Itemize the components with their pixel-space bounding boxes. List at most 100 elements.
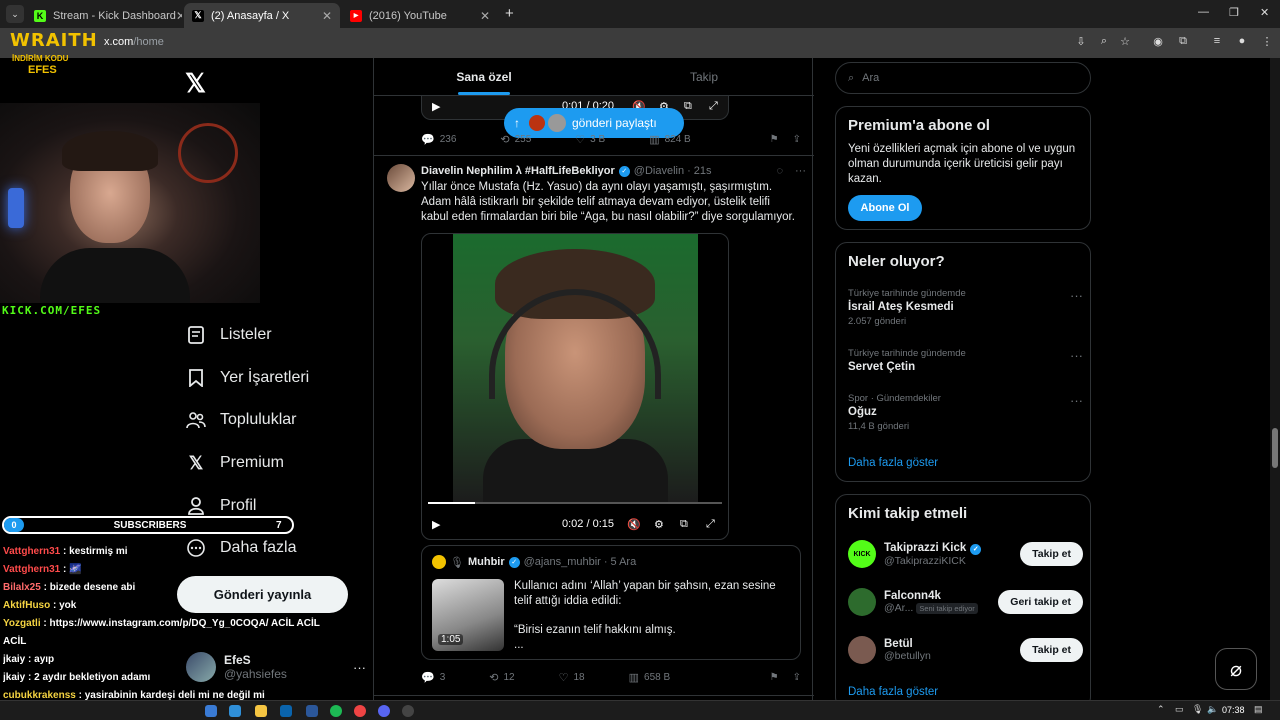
chat-text: : kestirmiş mi (60, 546, 128, 557)
share-icon[interactable]: ⇪ (793, 134, 801, 145)
brand-logo: WRAITH (10, 30, 98, 51)
repost-button[interactable]: ⟲ 12 (489, 671, 514, 684)
mute-icon[interactable]: 🔇 (627, 518, 641, 531)
follow-suggestion[interactable]: KICK Takiprazzi Kick ✓ @TakiprazziKICK Ta… (848, 537, 1083, 571)
grok-icon[interactable]: ⌀ (1215, 648, 1257, 690)
tweet-video[interactable]: ▶ 0:02 / 0:15 🔇 ⚙ ⧉ ⤢ (421, 233, 729, 540)
more-icon[interactable]: ··· (1070, 393, 1083, 408)
tab-x-home[interactable]: 𝕏 (2) Anasayfa / X ✕ (184, 3, 340, 28)
windows-icon[interactable] (205, 705, 217, 717)
communities-icon (186, 410, 206, 430)
settings-icon[interactable]: ⚙ (654, 518, 664, 531)
edge-icon[interactable] (229, 705, 241, 717)
nav-premium[interactable]: 𝕏 Premium (186, 448, 284, 478)
follow-suggestion[interactable]: Falconn4k @Ar... Seni takip ediyor Geri t… (848, 585, 1083, 619)
profile-icon[interactable]: ● (1235, 35, 1249, 49)
author-handle[interactable]: @Diavelin (634, 165, 684, 177)
like-button[interactable]: ♡ 18 (559, 671, 585, 684)
pip-icon[interactable]: ⧉ (684, 100, 692, 113)
like-button[interactable]: ♡ 3 B (575, 133, 605, 146)
subscribe-button[interactable]: Abone Ol (848, 195, 922, 221)
close-icon[interactable]: ✕ (176, 9, 182, 23)
minimize-icon[interactable]: — (1198, 6, 1209, 18)
new-tab-icon[interactable]: + (505, 5, 514, 22)
notifications-icon[interactable]: ▤ (1254, 704, 1263, 715)
tab-following[interactable]: Takip (594, 58, 814, 95)
reply-icon: 💬 (421, 672, 435, 684)
divider (374, 695, 814, 696)
quoted-tweet[interactable]: 🎙 Muhbir ✓ @ajans_muhbir · 5 Ara 1:05 Ku… (421, 545, 801, 660)
show-more-link[interactable]: Daha fazla göster (848, 457, 938, 469)
show-more-link[interactable]: Daha fazla göster (848, 686, 938, 698)
install-app-icon[interactable]: ⇩ (1074, 35, 1088, 49)
repost-button[interactable]: ⟲ 255 (500, 133, 531, 146)
clock[interactable]: 07:38 (1222, 705, 1245, 715)
grok-icon[interactable]: ◌ (776, 165, 783, 177)
close-icon[interactable]: ✕ (322, 9, 332, 23)
views-button[interactable]: ▥ 658 B (629, 671, 671, 684)
bookmark-icon[interactable]: ⚑ (770, 672, 779, 683)
fullscreen-icon[interactable]: ⤢ (709, 100, 718, 113)
play-icon[interactable]: ▶ (432, 100, 440, 113)
menu-icon[interactable]: ⋮ (1260, 35, 1274, 49)
tab-search-icon[interactable]: ⌄ (6, 5, 24, 23)
author-name[interactable]: Diavelin Nephilim λ #HalfLifeBekliyor (421, 165, 615, 177)
chat-text: : 🌌 (60, 564, 82, 575)
restore-icon[interactable]: ❐ (1229, 6, 1239, 19)
zoom-icon[interactable]: ⌕ (1097, 35, 1111, 49)
reading-list-icon[interactable]: ≡ (1210, 35, 1224, 49)
bookmark-icon (186, 368, 206, 388)
chat-message: Yozgatli : https://www.instagram.com/p/D… (3, 615, 368, 633)
outlook-icon[interactable] (280, 705, 292, 717)
reply-button[interactable]: 💬 236 (421, 133, 456, 146)
tab-youtube[interactable]: ▶ (2016) YouTube ✕ (342, 3, 498, 28)
avatar[interactable] (387, 164, 415, 192)
url-field[interactable]: x.com/home (104, 36, 164, 48)
follow-back-button[interactable]: Geri takip et (998, 590, 1083, 614)
follow-suggestion[interactable]: Betül @betullyn Takip et (848, 633, 1083, 667)
chevron-up-icon[interactable]: ⌃ (1157, 704, 1165, 715)
trend-item[interactable]: Türkiye tarihinde gündemde Servet Çetin … (848, 348, 1083, 373)
reply-button[interactable]: 💬 3 (421, 671, 445, 684)
trend-item[interactable]: Spor · Gündemdekiler Oğuz 11,4 B gönderi… (848, 393, 1083, 432)
more-icon[interactable]: ··· (1070, 348, 1083, 363)
bookmark-icon[interactable]: ⚑ (770, 134, 779, 145)
obs-icon[interactable] (402, 705, 414, 717)
fullscreen-icon[interactable]: ⤢ (706, 518, 715, 531)
share-icon[interactable]: ⇪ (793, 672, 801, 683)
video-progress[interactable] (428, 502, 722, 504)
window-close-icon[interactable]: ✕ (1260, 6, 1269, 19)
nav-bookmarks[interactable]: Yer İşaretleri (186, 363, 309, 393)
tweet-time[interactable]: 21s (694, 165, 712, 177)
tab-for-you[interactable]: Sana özel (374, 58, 594, 95)
more-icon[interactable]: ··· (795, 165, 806, 177)
x-logo-icon[interactable]: 𝕏 (185, 68, 206, 99)
x-favicon-icon: 𝕏 (192, 9, 204, 22)
volume-icon[interactable]: 🔈 (1207, 704, 1218, 715)
nav-communities[interactable]: Topluluklar (186, 405, 296, 435)
scrollbar[interactable] (1270, 58, 1280, 700)
network-icon[interactable]: ▭ (1175, 704, 1184, 715)
discord-icon[interactable] (378, 705, 390, 717)
pip-icon[interactable]: ⧉ (680, 518, 688, 531)
repost-icon: ⟲ (489, 672, 499, 684)
more-icon[interactable]: ··· (1070, 288, 1083, 303)
avatar (548, 114, 566, 132)
trend-item[interactable]: Türkiye tarihinde gündemde İsrail Ateş K… (848, 288, 1083, 327)
spotify-icon[interactable] (330, 705, 342, 717)
bookmark-star-icon[interactable]: ☆ (1118, 35, 1132, 49)
search-input[interactable]: ⌕ Ara (835, 62, 1091, 94)
close-icon[interactable]: ✕ (480, 9, 490, 23)
follow-button[interactable]: Takip et (1020, 638, 1083, 662)
play-icon[interactable]: ▶ (432, 518, 440, 531)
follow-button[interactable]: Takip et (1020, 542, 1083, 566)
views-button[interactable]: ▥ 824 B (649, 133, 691, 146)
microphone-icon[interactable]: 🎙 (1192, 704, 1203, 715)
puzzle-icon[interactable]: ⧉ (1176, 35, 1190, 49)
word-icon[interactable] (306, 705, 318, 717)
nav-lists[interactable]: Listeler (186, 320, 272, 350)
chrome-icon[interactable] (354, 705, 366, 717)
folder-icon[interactable] (255, 705, 267, 717)
tab-kick-dashboard[interactable]: K Stream - Kick Dashboard ✕ (26, 3, 182, 28)
extension-icon[interactable]: ◉ (1151, 35, 1165, 49)
